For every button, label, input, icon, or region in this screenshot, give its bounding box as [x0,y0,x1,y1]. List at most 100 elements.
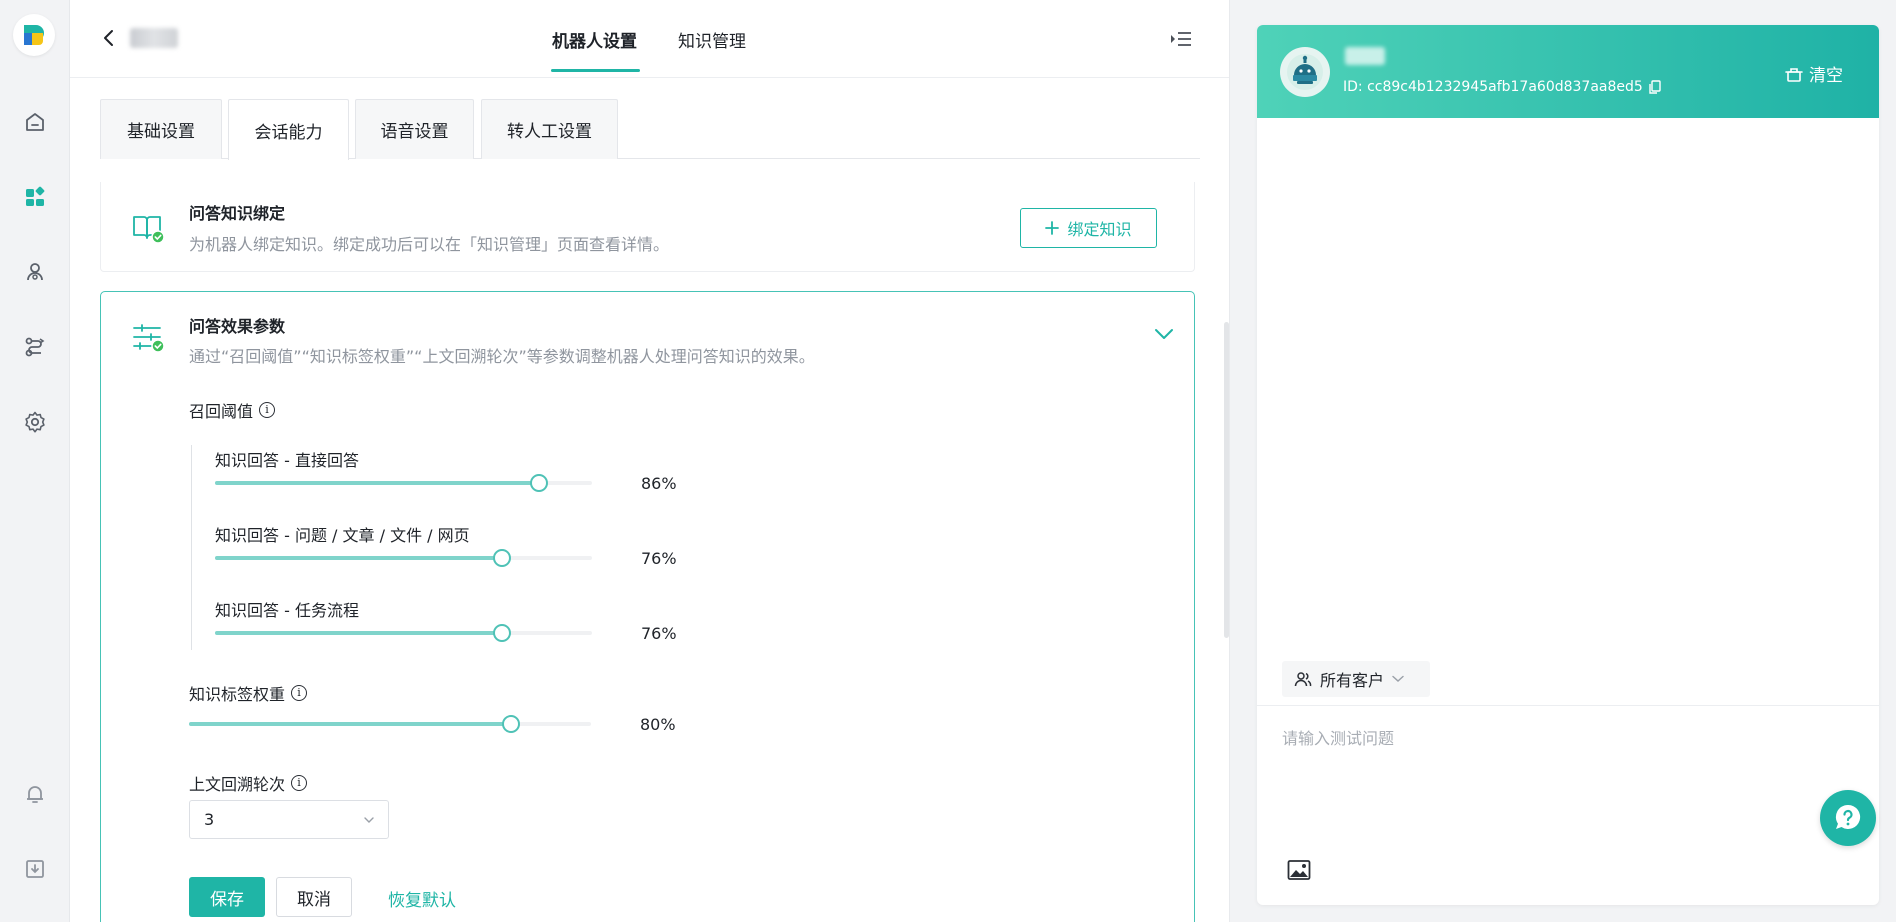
nav-users[interactable] [19,256,51,288]
home-icon [26,113,44,131]
bot-id: ID: cc89c4b1232945afb17a60d837aa8ed5 [1343,79,1661,95]
subtab-basic-settings[interactable]: 基础设置 [100,99,222,159]
active-tab-indicator [551,69,640,72]
knowledge-binding-description: 为机器人绑定知识。绑定成功后可以在「知识管理」页面查看详情。 [189,235,670,254]
bind-knowledge-label: 绑定知识 [1067,220,1132,239]
bot-avatar [1280,47,1330,97]
customer-filter-value: 所有客户 [1320,671,1385,690]
sliders-check-icon [133,324,165,353]
recall-item-label: 知识回答 - 直接回答 [215,451,359,470]
tab-robot-settings[interactable]: 机器人设置 [552,27,637,52]
restore-default-link[interactable]: 恢复默认 [388,886,456,911]
tag-weight-value: 80% [640,715,676,734]
qa-params-description: 通过“召回阈值”“知识标签权重”“上文回溯轮次”等参数调整机器人处理问答知识的效… [189,347,815,366]
recall-direct-answer-value: 86% [641,474,677,493]
nav-settings[interactable] [19,406,51,438]
user-group-icon [27,263,43,281]
robot-icon [1287,54,1323,90]
recall-document-value: 76% [641,549,677,568]
slider-knob[interactable] [492,624,511,642]
info-icon[interactable]: i [291,685,308,701]
knowledge-binding-card: 问答知识绑定 为机器人绑定知识。绑定成功后可以在「知识管理」页面查看详情。 绑定… [100,182,1195,272]
subtab-voice-settings[interactable]: 语音设置 [355,99,474,159]
slider-fill [215,631,502,635]
slider-knob[interactable] [492,549,511,567]
slider-fill [189,722,511,726]
book-check-icon [133,216,165,244]
robot-name-redacted [130,28,178,48]
plus-icon [1045,221,1060,235]
nav-routing[interactable] [19,331,51,363]
context-rounds-value: 3 [204,810,215,829]
tag-weight-label: 知识标签权重 i [189,681,308,705]
chevron-down-icon [364,817,374,823]
context-rounds-text: 上文回溯轮次 [189,775,286,794]
chevron-down-icon [1392,675,1404,682]
user-icon [1294,672,1312,687]
context-rounds-label: 上文回溯轮次 i [189,771,308,795]
qa-params-card: 问答效果参数 通过“召回阈值”“知识标签权重”“上文回溯轮次”等参数调整机器人处… [100,291,1195,922]
nav-home[interactable] [19,106,51,138]
top-bar: 机器人设置 知识管理 [70,0,1229,78]
route-icon [25,337,45,357]
save-button[interactable]: 保存 [189,877,265,917]
app-logo[interactable] [13,14,55,56]
chevron-down-icon[interactable] [1153,326,1175,342]
recall-task-flow-value: 76% [641,624,677,643]
tag-weight-text: 知识标签权重 [189,685,286,704]
slider-knob[interactable] [501,715,520,733]
slider-fill [215,481,540,485]
recall-document-slider[interactable] [215,548,592,568]
slider-fill [215,556,502,560]
robot-settings-panel: 机器人设置 知识管理 基础设置 会话能力 语音设置 转人工设置 问答知识绑定 为… [70,0,1230,922]
recall-task-flow-slider[interactable] [215,623,592,643]
logo-icon [24,25,44,45]
recall-direct-answer-slider[interactable] [215,473,592,493]
cancel-button[interactable]: 取消 [276,877,352,917]
bot-name-redacted [1345,47,1385,65]
recall-item-label: 知识回答 - 任务流程 [215,601,359,620]
subtab-conversation[interactable]: 会话能力 [228,99,349,160]
chat-test-panel: ID: cc89c4b1232945afb17a60d837aa8ed5 清空 … [1257,25,1879,905]
image-upload-icon[interactable] [1287,859,1311,881]
recall-threshold-label: 召回阈值 i [189,398,276,422]
main-scrollbar[interactable] [1224,322,1229,638]
collapse-panel-button[interactable] [1168,28,1194,50]
broom-icon [1785,67,1803,82]
tag-weight-slider[interactable] [189,714,591,734]
bell-icon [27,786,43,803]
recall-group-divider [191,445,192,650]
settings-sub-tabs: 基础设置 会话能力 语音设置 转人工设置 [100,99,1200,160]
clear-label: 清空 [1809,66,1843,86]
info-icon[interactable]: i [291,775,308,791]
clear-chat-button[interactable]: 清空 [1785,61,1843,86]
gear-icon [25,411,45,433]
subtab-transfer-human[interactable]: 转人工设置 [481,99,618,159]
help-button[interactable] [1820,790,1876,846]
nav-downloads[interactable] [19,853,51,885]
left-nav-rail [0,0,70,922]
nav-notifications[interactable] [19,778,51,810]
chevron-left-icon [104,30,113,46]
test-question-input[interactable] [1282,725,1782,751]
help-chat-icon [1835,804,1861,829]
bind-knowledge-button[interactable]: 绑定知识 [1020,208,1157,248]
download-icon [26,860,44,878]
indent-icon [1171,32,1191,46]
nav-apps[interactable] [19,181,51,213]
tab-knowledge-management[interactable]: 知识管理 [678,27,746,52]
recall-item-label: 知识回答 - 问题 / 文章 / 文件 / 网页 [215,526,470,545]
customer-filter-dropdown[interactable]: 所有客户 [1282,661,1430,697]
chat-input-divider [1257,705,1879,706]
back-button[interactable] [96,24,120,52]
knowledge-binding-title: 问答知识绑定 [189,204,286,223]
bot-id-text: ID: cc89c4b1232945afb17a60d837aa8ed5 [1343,79,1643,95]
copy-icon[interactable] [1649,80,1661,94]
recall-threshold-text: 召回阈值 [189,402,254,421]
context-rounds-select[interactable]: 3 [189,800,389,839]
qa-params-title: 问答效果参数 [189,317,286,336]
slider-knob[interactable] [530,474,549,492]
apps-icon [26,186,45,206]
info-icon[interactable]: i [259,402,276,418]
chat-header: ID: cc89c4b1232945afb17a60d837aa8ed5 清空 [1257,25,1879,118]
